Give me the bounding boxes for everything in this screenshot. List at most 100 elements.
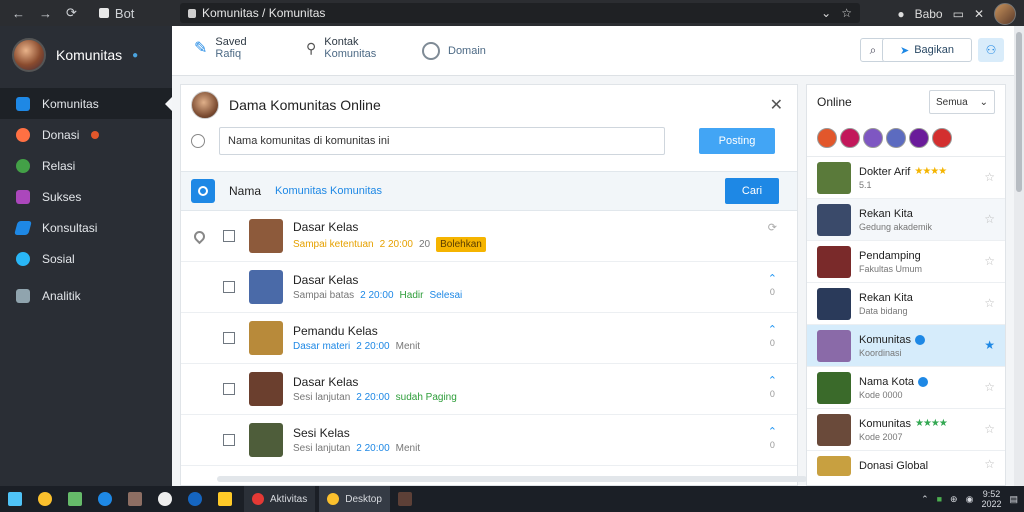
network-icon[interactable]: ⊕: [950, 494, 958, 505]
menu-button[interactable]: ⚇: [978, 38, 1004, 62]
scrollbar-thumb[interactable]: [1016, 32, 1022, 192]
close-window-icon[interactable]: ✕: [974, 7, 984, 21]
search-submit-button[interactable]: Cari: [725, 178, 779, 204]
system-tray: ⌃ ■ ⊕ ◉ 9:52 2022 ▤: [921, 489, 1018, 509]
dropdown-icon[interactable]: ⌄: [821, 6, 831, 20]
online-filter-select[interactable]: Semua ⌄: [929, 90, 995, 114]
row-checkbox[interactable]: [223, 434, 235, 446]
list-item[interactable]: Pendamping Fakultas Umum ☆: [807, 241, 1005, 283]
avatar[interactable]: [932, 127, 952, 148]
refresh-icon[interactable]: ⟳: [768, 223, 777, 234]
table-row[interactable]: Dasar Kelas Sampai ketentuan 2 20:00 20 …: [181, 211, 797, 262]
store-icon[interactable]: [120, 486, 150, 512]
composer-input[interactable]: [219, 127, 665, 155]
user-avatar[interactable]: [994, 3, 1016, 25]
toolbar-domain[interactable]: Domain: [422, 42, 486, 60]
sidebar-item-konsultasi[interactable]: Konsultasi: [0, 212, 172, 243]
avatar[interactable]: [863, 127, 883, 148]
settings-taskbar-icon[interactable]: [180, 486, 210, 512]
online-panel: Online Semua ⌄ Dokter Arif ★★★★ 5.1 ☆ Re…: [806, 84, 1006, 486]
browser-tab[interactable]: Bot: [98, 6, 134, 21]
row-checkbox[interactable]: [223, 230, 235, 242]
toolbar-saved[interactable]: ✎ Saved Rafiq: [194, 36, 247, 60]
table-row[interactable]: Dasar Kelas Sesi lanjutan 2 20:00 sudah …: [181, 364, 797, 415]
sidebar-item-sukses[interactable]: Sukses: [0, 181, 172, 212]
notification-icon[interactable]: ▤: [1009, 494, 1018, 505]
member-avatar: [817, 203, 851, 236]
back-icon[interactable]: ←: [12, 6, 25, 21]
upvote-icon[interactable]: ⌃ 0: [768, 274, 777, 298]
upvote-icon[interactable]: ⌃ 0: [768, 427, 777, 451]
member-avatar: [817, 371, 851, 404]
filter-icon[interactable]: [191, 179, 215, 203]
browser-chrome: ← → ⟳ Bot Komunitas / Komunitas ⌄ ☆ ● Ba…: [0, 0, 1024, 26]
sidebar-item-sosial[interactable]: Sosial: [0, 243, 172, 274]
row-checkbox[interactable]: [223, 332, 235, 344]
favorite-star-icon[interactable]: ☆: [984, 380, 995, 394]
list-item-selected[interactable]: Komunitas Koordinasi ★: [807, 325, 1005, 367]
brand[interactable]: Komunitas ●: [0, 26, 172, 84]
address-bar[interactable]: Komunitas / Komunitas ⌄ ☆: [180, 3, 860, 23]
taskbar-app-desktop[interactable]: Desktop: [319, 486, 390, 512]
os-taskbar: Aktivitas Desktop ⌃ ■ ⊕ ◉ 9:52 2022 ▤: [0, 486, 1024, 512]
status-dot-icon: ●: [132, 49, 139, 61]
list-item[interactable]: Donasi Global ☆: [807, 451, 1005, 481]
row-checkbox[interactable]: [223, 383, 235, 395]
game-icon[interactable]: [390, 486, 420, 512]
member-avatar: [249, 372, 283, 406]
post-avatar[interactable]: [191, 91, 219, 119]
avatar[interactable]: [886, 127, 906, 148]
favorite-star-icon[interactable]: ★: [984, 338, 995, 352]
favorite-star-icon[interactable]: ☆: [984, 254, 995, 268]
chrome-taskbar-icon[interactable]: [150, 486, 180, 512]
member-avatar: [817, 245, 851, 278]
tray-up-icon[interactable]: ⌃: [921, 494, 929, 505]
avatar[interactable]: [840, 127, 860, 148]
search-taskbar-icon[interactable]: [30, 486, 60, 512]
horizontal-scrollbar[interactable]: [217, 476, 807, 482]
vertical-scrollbar[interactable]: [1014, 26, 1024, 486]
reload-icon[interactable]: ⟳: [66, 5, 77, 21]
close-icon[interactable]: ✕: [770, 95, 783, 115]
minimize-icon[interactable]: ▭: [953, 7, 964, 21]
toolbar-kontak[interactable]: ⚲ Kontak Komunitas: [306, 36, 376, 60]
filter-value[interactable]: Komunitas Komunitas: [275, 185, 382, 197]
start-button[interactable]: [0, 486, 30, 512]
share-button[interactable]: ➤ Bagikan: [882, 38, 972, 62]
bookmark-star-icon[interactable]: ☆: [841, 6, 852, 20]
taskbar-app-aktivitas[interactable]: Aktivitas: [244, 486, 316, 512]
edge-icon[interactable]: [90, 486, 120, 512]
upvote-icon[interactable]: ⌃ 0: [768, 325, 777, 349]
favorite-star-icon[interactable]: ☆: [984, 422, 995, 436]
sidebar-item-analitik[interactable]: Analitik: [0, 280, 172, 311]
table-row[interactable]: Sesi Kelas Sesi lanjutan 2 20:00 Menit ⌃…: [181, 415, 797, 466]
upvote-icon[interactable]: ⌃ 0: [768, 376, 777, 400]
list-item[interactable]: Rekan Kita Data bidang ☆: [807, 283, 1005, 325]
list-item[interactable]: Rekan Kita Gedung akademik ☆: [807, 199, 1005, 241]
table-row[interactable]: Dasar Kelas Sampai batas 2 20:00 Hadir S…: [181, 262, 797, 313]
favorite-star-icon[interactable]: ☆: [984, 170, 995, 184]
explorer-icon[interactable]: [210, 486, 240, 512]
favorite-star-icon[interactable]: ☆: [984, 296, 995, 310]
table-row[interactable]: Pemandu Kelas Dasar materi 2 20:00 Menit…: [181, 313, 797, 364]
pin-icon[interactable]: [181, 228, 217, 244]
post-button[interactable]: Posting: [699, 128, 775, 154]
extension-icon[interactable]: ●: [897, 7, 904, 21]
list-item[interactable]: Nama Kota Kode 0000 ☆: [807, 367, 1005, 409]
files-icon[interactable]: [60, 486, 90, 512]
volume-icon[interactable]: ◉: [966, 494, 974, 505]
forward-icon[interactable]: →: [39, 6, 52, 21]
list-item[interactable]: Komunitas ★★★★ Kode 2007 ☆: [807, 409, 1005, 451]
avatar[interactable]: [817, 127, 837, 148]
list-item[interactable]: Dokter Arif ★★★★ 5.1 ☆: [807, 157, 1005, 199]
rating-stars: ★★★★: [914, 166, 947, 177]
avatar[interactable]: [909, 127, 929, 148]
row-checkbox[interactable]: [223, 281, 235, 293]
clock[interactable]: 9:52 2022: [981, 489, 1001, 509]
sidebar-item-komunitas[interactable]: Komunitas: [0, 88, 173, 119]
tray-app-icon[interactable]: ■: [937, 494, 942, 504]
favorite-star-icon[interactable]: ☆: [984, 212, 995, 226]
sidebar-item-relasi[interactable]: Relasi: [0, 150, 172, 181]
favorite-star-icon[interactable]: ☆: [984, 457, 995, 471]
sidebar-item-donasi[interactable]: Donasi: [0, 119, 172, 150]
